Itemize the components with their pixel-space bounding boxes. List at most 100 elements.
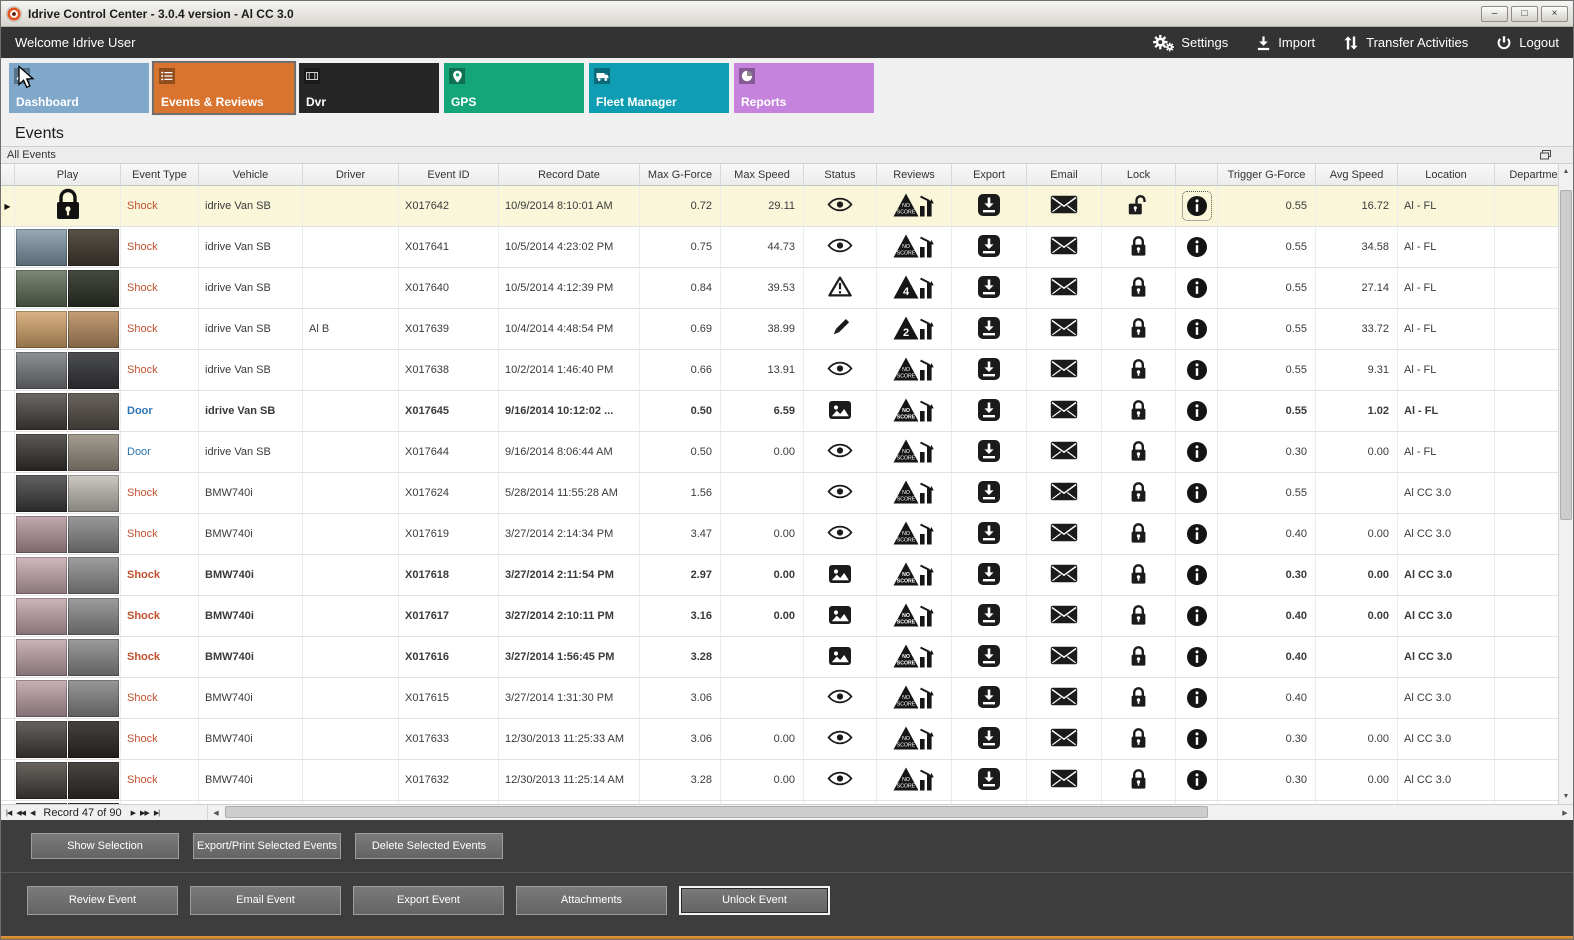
info-cell[interactable] bbox=[1176, 391, 1218, 431]
grid-row[interactable]: Shock BMW740i X017624 5/28/2014 11:55:28 AM… bbox=[1, 473, 1573, 514]
lock-cell[interactable] bbox=[1102, 391, 1176, 431]
info-cell[interactable] bbox=[1176, 227, 1218, 267]
export-cell[interactable] bbox=[952, 760, 1027, 800]
scroll-right-icon[interactable]: ▶ bbox=[1557, 805, 1573, 820]
reviews-cell[interactable]: NOSCORE bbox=[877, 350, 952, 390]
column-header-avg-speed[interactable]: Avg Speed bbox=[1316, 164, 1398, 185]
play-cell[interactable] bbox=[15, 514, 121, 554]
column-header-export[interactable]: Export bbox=[952, 164, 1027, 185]
status-cell[interactable] bbox=[804, 596, 877, 636]
info-cell[interactable] bbox=[1176, 432, 1218, 472]
horizontal-scroll-thumb[interactable] bbox=[225, 806, 1208, 818]
reviews-cell[interactable]: 2 bbox=[877, 309, 952, 349]
reviews-cell[interactable]: NOSCORE bbox=[877, 719, 952, 759]
status-cell[interactable] bbox=[804, 719, 877, 759]
email-cell[interactable] bbox=[1027, 801, 1102, 804]
event-thumbnail[interactable] bbox=[16, 802, 119, 804]
status-cell[interactable] bbox=[804, 760, 877, 800]
event-thumbnail[interactable] bbox=[16, 515, 119, 553]
grid-row[interactable]: Shock idrive Van SB X017638 10/2/2014 1:46:… bbox=[1, 350, 1573, 391]
column-header-driver[interactable]: Driver bbox=[303, 164, 399, 185]
grid-row[interactable]: Shock BMW740i X017618 3/27/2014 2:11:54 PM 2… bbox=[1, 555, 1573, 596]
export-cell[interactable] bbox=[952, 719, 1027, 759]
play-cell[interactable] bbox=[15, 760, 121, 800]
email-cell[interactable] bbox=[1027, 350, 1102, 390]
export-cell[interactable] bbox=[952, 473, 1027, 513]
logout-button[interactable]: Logout bbox=[1496, 35, 1559, 51]
play-cell[interactable] bbox=[15, 391, 121, 431]
show-selection-button[interactable]: Show Selection bbox=[31, 833, 179, 859]
lock-cell[interactable] bbox=[1102, 801, 1176, 804]
event-thumbnail[interactable] bbox=[16, 761, 119, 799]
export-event-button[interactable]: Export Event bbox=[353, 885, 504, 915]
grid-row[interactable]: Door idrive Van SB X017644 9/16/2014 8:06:4… bbox=[1, 432, 1573, 473]
next-page-button[interactable]: ▶▶ bbox=[140, 809, 150, 817]
info-cell[interactable] bbox=[1176, 350, 1218, 390]
event-thumbnail[interactable] bbox=[16, 228, 119, 266]
export-cell[interactable] bbox=[952, 678, 1027, 718]
status-cell[interactable] bbox=[804, 514, 877, 554]
first-record-button[interactable]: |◀ bbox=[6, 809, 12, 817]
column-header-location[interactable]: Location bbox=[1398, 164, 1495, 185]
email-cell[interactable] bbox=[1027, 268, 1102, 308]
column-header-reviews[interactable]: Reviews bbox=[877, 164, 952, 185]
reviews-cell[interactable]: NOSCORE bbox=[877, 227, 952, 267]
scroll-down-icon[interactable]: ▼ bbox=[1559, 789, 1573, 804]
column-header-max-g-force[interactable]: Max G-Force bbox=[640, 164, 721, 185]
info-cell[interactable] bbox=[1176, 678, 1218, 718]
reviews-cell[interactable]: NOSCORE bbox=[877, 186, 952, 226]
status-cell[interactable] bbox=[804, 432, 877, 472]
grid-row[interactable]: Shock BMW740i X017632 12/30/2013 11:25:14 A… bbox=[1, 760, 1573, 801]
status-cell[interactable] bbox=[804, 186, 877, 226]
column-header-play[interactable]: Play bbox=[15, 164, 121, 185]
play-cell[interactable] bbox=[15, 596, 121, 636]
grid-row[interactable]: Shock BMW740i X017619 3/27/2014 2:14:34 PM 3… bbox=[1, 514, 1573, 555]
info-cell[interactable] bbox=[1176, 801, 1218, 804]
delete-selected-events-button[interactable]: Delete Selected Events bbox=[355, 833, 503, 859]
scroll-up-icon[interactable]: ▲ bbox=[1559, 164, 1573, 179]
status-cell[interactable] bbox=[804, 801, 877, 804]
tile-dashboard[interactable]: Dashboard bbox=[9, 63, 149, 113]
lock-cell[interactable] bbox=[1102, 350, 1176, 390]
play-cell[interactable] bbox=[15, 432, 121, 472]
info-cell[interactable] bbox=[1176, 596, 1218, 636]
lock-cell[interactable] bbox=[1102, 186, 1176, 226]
play-cell[interactable] bbox=[15, 678, 121, 718]
email-cell[interactable] bbox=[1027, 391, 1102, 431]
status-cell[interactable] bbox=[804, 309, 877, 349]
export-cell[interactable] bbox=[952, 432, 1027, 472]
vertical-scrollbar[interactable]: ▲ ▼ bbox=[1558, 164, 1573, 804]
info-cell[interactable] bbox=[1176, 473, 1218, 513]
lock-cell[interactable] bbox=[1102, 227, 1176, 267]
lock-cell[interactable] bbox=[1102, 555, 1176, 595]
reviews-cell[interactable]: NOSCORE bbox=[877, 432, 952, 472]
email-cell[interactable] bbox=[1027, 227, 1102, 267]
tile-events-reviews[interactable]: Events & Reviews bbox=[154, 63, 294, 113]
review-event-button[interactable]: Review Event bbox=[27, 885, 178, 915]
column-header-event-type[interactable]: Event Type bbox=[121, 164, 199, 185]
email-cell[interactable] bbox=[1027, 473, 1102, 513]
next-record-button[interactable]: ▶ bbox=[131, 809, 136, 817]
last-record-button[interactable]: ▶| bbox=[154, 809, 160, 817]
reviews-cell[interactable]: NOSCORE bbox=[877, 637, 952, 677]
event-thumbnail[interactable] bbox=[16, 351, 119, 389]
info-cell[interactable] bbox=[1176, 268, 1218, 308]
export-cell[interactable] bbox=[952, 801, 1027, 804]
lock-cell[interactable] bbox=[1102, 719, 1176, 759]
export-cell[interactable] bbox=[952, 227, 1027, 267]
play-cell[interactable] bbox=[15, 719, 121, 759]
email-cell[interactable] bbox=[1027, 637, 1102, 677]
info-cell[interactable] bbox=[1176, 637, 1218, 677]
lock-cell[interactable] bbox=[1102, 309, 1176, 349]
column-header-trigger-g-force[interactable]: Trigger G-Force bbox=[1218, 164, 1316, 185]
column-header-event-id[interactable]: Event ID bbox=[399, 164, 499, 185]
email-cell[interactable] bbox=[1027, 555, 1102, 595]
event-thumbnail[interactable] bbox=[16, 269, 119, 307]
settings-button[interactable]: Settings bbox=[1152, 34, 1228, 52]
export-cell[interactable] bbox=[952, 596, 1027, 636]
export-print-selected-events-button[interactable]: Export/Print Selected Events bbox=[193, 833, 341, 859]
email-cell[interactable] bbox=[1027, 760, 1102, 800]
play-cell[interactable] bbox=[15, 309, 121, 349]
play-cell[interactable] bbox=[15, 555, 121, 595]
reviews-cell[interactable]: NOSCORE bbox=[877, 555, 952, 595]
